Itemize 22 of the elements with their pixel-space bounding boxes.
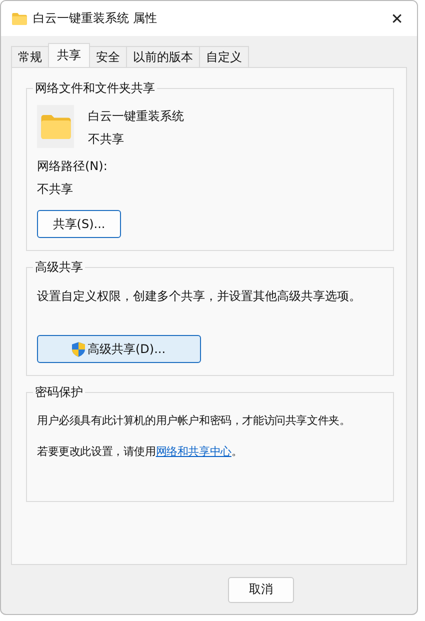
folder-icon	[37, 105, 74, 148]
group-title: 密码保护	[34, 384, 84, 401]
network-center-link[interactable]: 网络和共享中心	[156, 445, 232, 458]
group-title: 高级共享	[34, 259, 84, 276]
share-status: 不共享	[88, 131, 125, 148]
folder-icon	[12, 12, 27, 24]
path-value: 不共享	[37, 181, 74, 198]
group-title: 网络文件和文件夹共享	[34, 80, 156, 97]
instruction-text: 若要更改此设置，请使用网络和共享中心。	[37, 444, 242, 459]
tab[interactable]: 常规	[11, 46, 49, 67]
description-text: 设置自定义权限，创建多个共享，并设置其他高级共享选项。	[37, 288, 361, 305]
tab[interactable]: 自定义	[199, 46, 249, 67]
folder-name: 白云一键重装系统	[88, 108, 184, 125]
cancel-button[interactable]: 取消	[228, 576, 294, 602]
tab[interactable]: 共享	[48, 43, 90, 67]
path-label: 网络路径(N):	[37, 158, 108, 175]
advanced-sharing-button[interactable]: 高级共享(D)...	[37, 335, 201, 363]
share-button[interactable]: 共享(S)...	[37, 210, 121, 238]
window-title: 白云一键重装系统 属性	[33, 10, 158, 27]
close-button[interactable]: ✕	[377, 1, 417, 36]
shield-icon	[72, 342, 86, 356]
description-text: 用户必须具有此计算机的用户帐户和密码，才能访问共享文件夹。	[37, 413, 350, 428]
